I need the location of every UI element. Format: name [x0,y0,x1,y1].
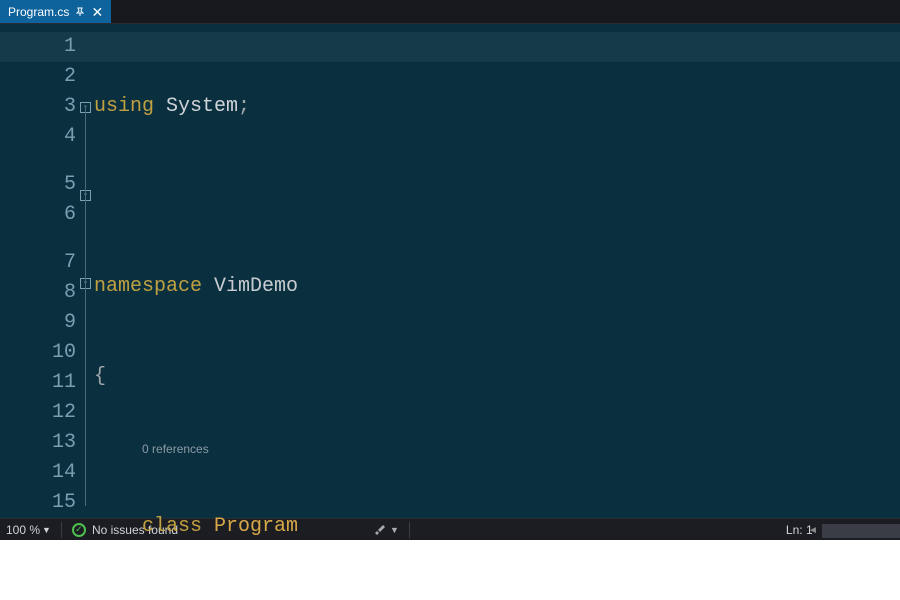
code-line: namespace VimDemo [94,272,900,302]
chevron-down-icon: ▼ [390,525,399,535]
cleanup-control[interactable]: ▼ [373,523,399,537]
line-number: 3 [0,92,80,122]
fold-guide [85,106,86,506]
code-line: { [94,362,900,392]
divider [61,522,62,538]
close-icon[interactable]: ✕ [91,6,103,18]
zoom-value: 100 % [6,523,40,537]
code-line: class Program [94,512,900,542]
line-number: 8 [0,278,80,308]
line-number-gutter: 1 2 3 4 5 6 7 8 9 10 11 12 13 14 15 [0,24,80,518]
line-number: 14 [0,458,80,488]
code-line [94,182,900,212]
line-number: 10 [0,338,80,368]
line-number: 11 [0,368,80,398]
line-number: 6 [0,200,80,230]
tab-program-cs[interactable]: Program.cs ✕ [0,0,111,23]
line-number: 12 [0,398,80,428]
line-number: 2 [0,62,80,92]
line-number: 1 [0,32,80,62]
fold-column: - - - [80,24,94,518]
brush-icon [373,523,387,537]
line-number: 4 [0,122,80,152]
scrollbar-thumb[interactable] [822,524,900,538]
scroll-left-icon[interactable]: ◄ [804,522,822,540]
line-number: 7 [0,248,80,278]
horizontal-scrollbar[interactable]: ◄ ► [822,522,900,538]
zoom-control[interactable]: 100 % ▼ [6,523,51,537]
editor[interactable]: 1 2 3 4 5 6 7 8 9 10 11 12 13 14 15 - - … [0,24,900,518]
tab-label: Program.cs [8,5,69,19]
codelens-references[interactable]: 0 references [94,434,900,452]
pin-icon[interactable] [75,7,85,17]
tab-bar: Program.cs ✕ [0,0,900,24]
check-circle-icon: ✓ [72,523,86,537]
line-number: 9 [0,308,80,338]
line-number: 13 [0,428,80,458]
line-number: 15 [0,488,80,518]
chevron-down-icon: ▼ [42,525,51,535]
code-line: using System; [94,92,900,122]
line-number: 5 [0,170,80,200]
code-content[interactable]: using System; namespace VimDemo { 0 refe… [94,24,900,518]
